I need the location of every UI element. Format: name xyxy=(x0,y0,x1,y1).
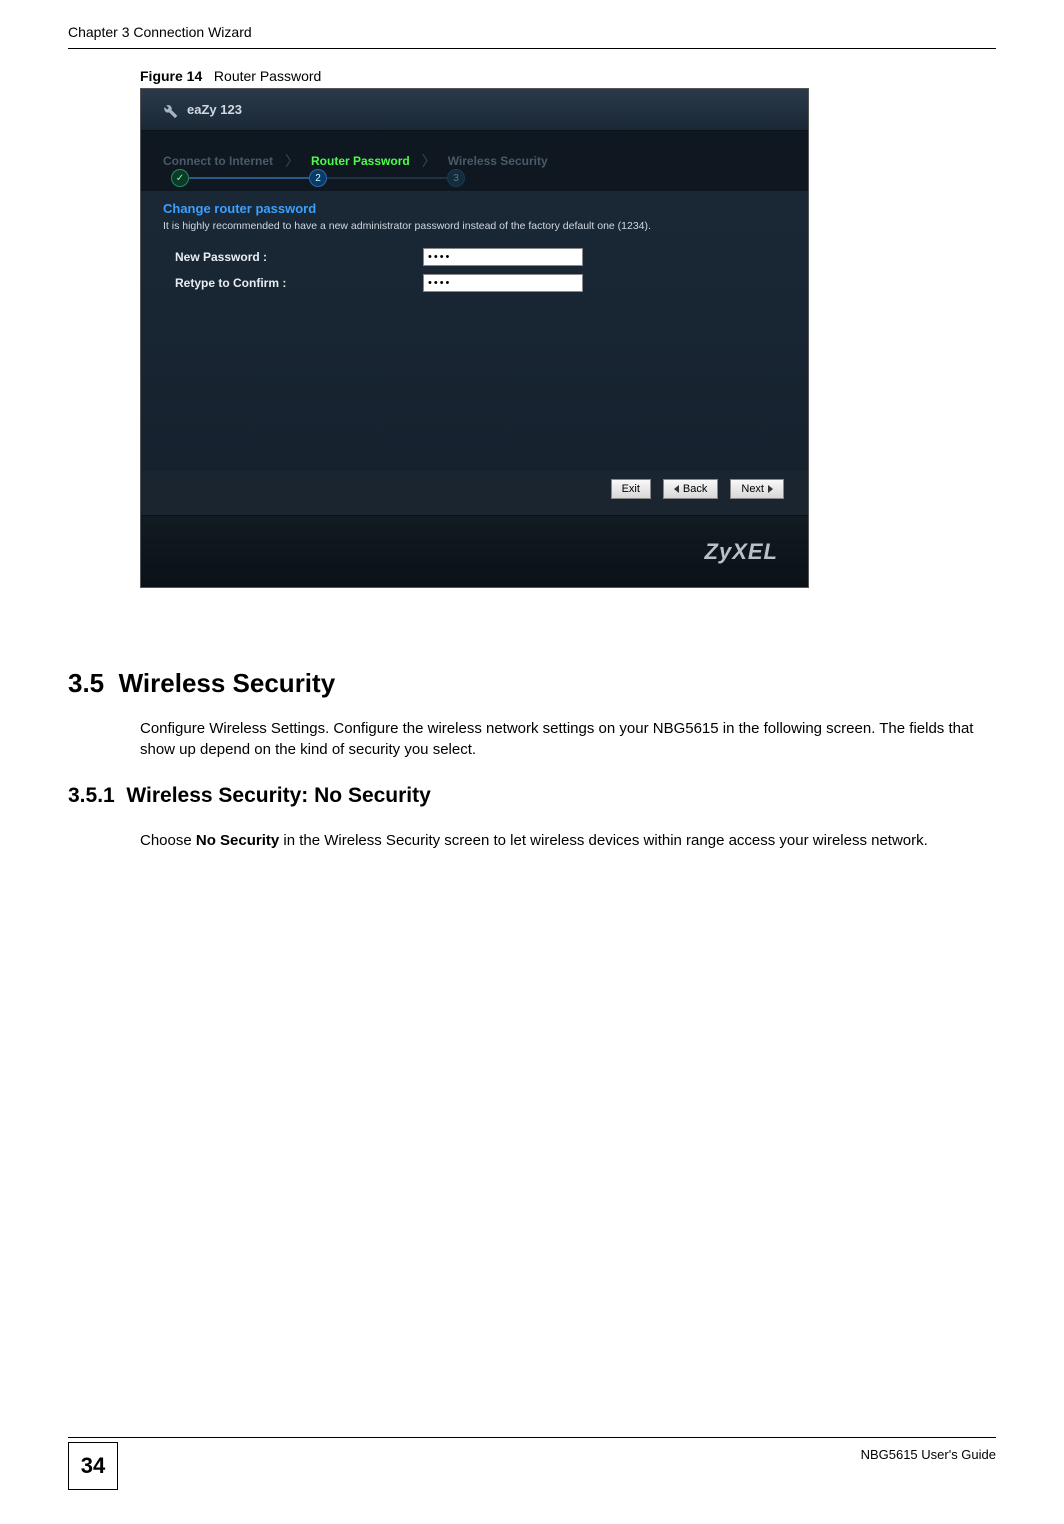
step-dot-1-done: ✓ xyxy=(171,169,189,187)
zyxel-logo: ZyXEL xyxy=(705,539,778,565)
section-number: 3.5.1 xyxy=(68,784,115,807)
step-label: Connect to Internet xyxy=(163,154,273,168)
p2-bold: No Security xyxy=(196,832,279,849)
step-router-password[interactable]: Router Password xyxy=(311,154,410,168)
chevron-right-icon: 〉 xyxy=(285,151,299,171)
app-header: eaZy 123 xyxy=(141,89,808,131)
step-indicator-dots: ✓ 2 3 xyxy=(171,169,465,187)
section-title: Wireless Security: No Security xyxy=(126,784,430,807)
new-password-input[interactable] xyxy=(423,248,583,266)
app-footer: ZyXEL xyxy=(141,515,808,587)
section-title: Wireless Security xyxy=(119,668,336,698)
router-screenshot: eaZy 123 Connect to Internet 〉 Router Pa… xyxy=(140,88,809,588)
wizard-steps: Connect to Internet 〉 Router Password 〉 … xyxy=(141,131,808,191)
app-brand: eaZy 123 xyxy=(187,102,242,117)
figure-number: Figure 14 xyxy=(140,68,202,84)
p2-part-b: in the Wireless Security screen to let w… xyxy=(279,832,928,849)
retype-password-input[interactable] xyxy=(423,274,583,292)
back-label: Back xyxy=(683,483,707,495)
chapter-header: Chapter 3 Connection Wizard xyxy=(68,24,252,40)
step-dot-3: 3 xyxy=(447,169,465,187)
back-button[interactable]: Back xyxy=(663,479,718,499)
chevron-right-icon: 〉 xyxy=(422,151,436,171)
p2-part-a: Choose xyxy=(140,832,196,849)
figure-title: Router Password xyxy=(214,68,321,84)
wrench-icon xyxy=(159,100,179,120)
next-button[interactable]: Next xyxy=(730,479,784,499)
field-new-password: New Password : xyxy=(163,248,786,266)
step-connect-internet[interactable]: Connect to Internet xyxy=(163,154,273,168)
next-label: Next xyxy=(741,483,764,495)
exit-label: Exit xyxy=(622,483,640,495)
section-3-5-paragraph: Configure Wireless Settings. Configure t… xyxy=(140,718,996,760)
retype-password-label: Retype to Confirm : xyxy=(163,276,423,290)
step-connector xyxy=(189,177,309,179)
new-password-label: New Password : xyxy=(163,250,423,264)
exit-button[interactable]: Exit xyxy=(611,479,651,499)
section-3-5-1-paragraph: Choose No Security in the Wireless Secur… xyxy=(140,830,996,851)
step-label: Wireless Security xyxy=(448,154,548,168)
field-retype-password: Retype to Confirm : xyxy=(163,274,786,292)
triangle-left-icon xyxy=(674,485,679,493)
wizard-button-row: Exit Back Next xyxy=(611,479,784,499)
panel-title: Change router password xyxy=(163,201,786,216)
footer-rule xyxy=(68,1437,996,1438)
figure-caption: Figure 14 Router Password xyxy=(140,68,321,84)
step-connector xyxy=(327,177,447,179)
wizard-body: Change router password It is highly reco… xyxy=(141,191,808,471)
section-3-5-1-heading: 3.5.1 Wireless Security: No Security xyxy=(68,784,431,808)
panel-description: It is highly recommended to have a new a… xyxy=(163,220,786,232)
section-number: 3.5 xyxy=(68,668,104,698)
page-number: 34 xyxy=(68,1442,118,1490)
section-3-5-heading: 3.5 Wireless Security xyxy=(68,668,335,699)
step-wireless-security[interactable]: Wireless Security xyxy=(448,154,548,168)
guide-name: NBG5615 User's Guide xyxy=(861,1447,996,1462)
step-dot-2-current: 2 xyxy=(309,169,327,187)
triangle-right-icon xyxy=(768,485,773,493)
header-rule xyxy=(68,48,996,49)
step-label: Router Password xyxy=(311,154,410,168)
